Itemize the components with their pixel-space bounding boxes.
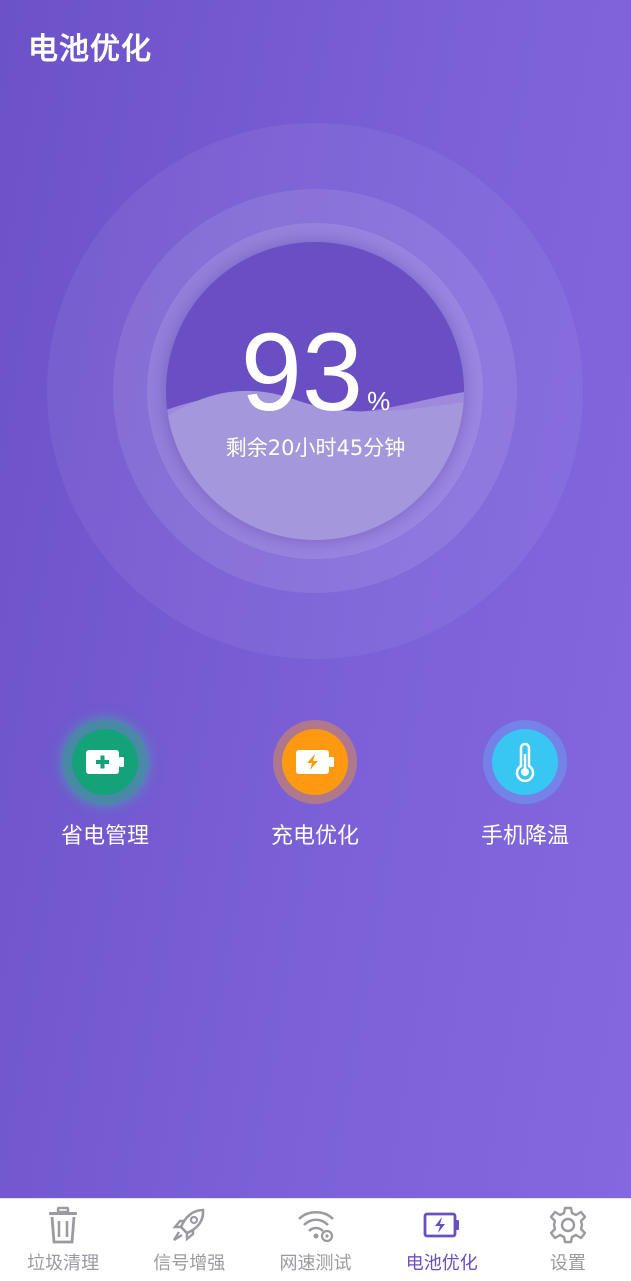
phone-cooling-label: 手机降温 (480, 824, 569, 849)
gear-icon (549, 1206, 587, 1244)
charge-optimize-circle (282, 729, 348, 795)
battery-percent-unit: % (367, 386, 391, 416)
thermometer-icon (515, 742, 535, 782)
battery-plus-icon (86, 750, 124, 774)
tab-speed-test-label: 网速测试 (279, 1253, 352, 1274)
tab-settings[interactable]: 设置 (505, 1199, 631, 1281)
battery-icon (423, 1212, 459, 1238)
phone-cooling-circle (492, 729, 558, 795)
battery-level-value: 93 (240, 311, 364, 434)
charge-optimize-label: 充电优化 (270, 824, 359, 849)
bottom-tab-bar: 垃圾清理 信号增强 网速测试 电池优化 设置 (0, 1198, 631, 1281)
power-save-halo (63, 720, 147, 804)
phone-cooling-halo (483, 720, 567, 804)
tab-junk-clean[interactable]: 垃圾清理 (0, 1199, 126, 1281)
charge-optimize-halo (273, 720, 357, 804)
trash-icon (49, 1206, 78, 1244)
tab-battery-optimize-label: 电池优化 (405, 1253, 478, 1274)
rocket-icon (172, 1208, 205, 1242)
tab-speed-test[interactable]: 网速测试 (252, 1199, 378, 1281)
battery-charge-icon (296, 750, 334, 774)
battery-percentage: 93% (0, 318, 631, 428)
power-save-circle (72, 729, 138, 795)
battery-remaining-time: 剩余20小时45分钟 (225, 436, 406, 460)
power-save-button[interactable]: 省电管理 (20, 720, 190, 850)
wifi-speed-icon (297, 1210, 334, 1243)
tab-battery-optimize[interactable]: 电池优化 (379, 1199, 505, 1281)
tab-settings-label: 设置 (549, 1253, 586, 1274)
charge-optimize-button[interactable]: 充电优化 (230, 720, 400, 850)
power-save-label: 省电管理 (60, 824, 149, 849)
page-title: 电池优化 (28, 32, 152, 67)
phone-cooling-button[interactable]: 手机降温 (440, 720, 610, 850)
tab-junk-clean-label: 垃圾清理 (27, 1253, 100, 1274)
tab-signal-boost[interactable]: 信号增强 (126, 1199, 252, 1281)
tab-signal-boost-label: 信号增强 (153, 1253, 226, 1274)
